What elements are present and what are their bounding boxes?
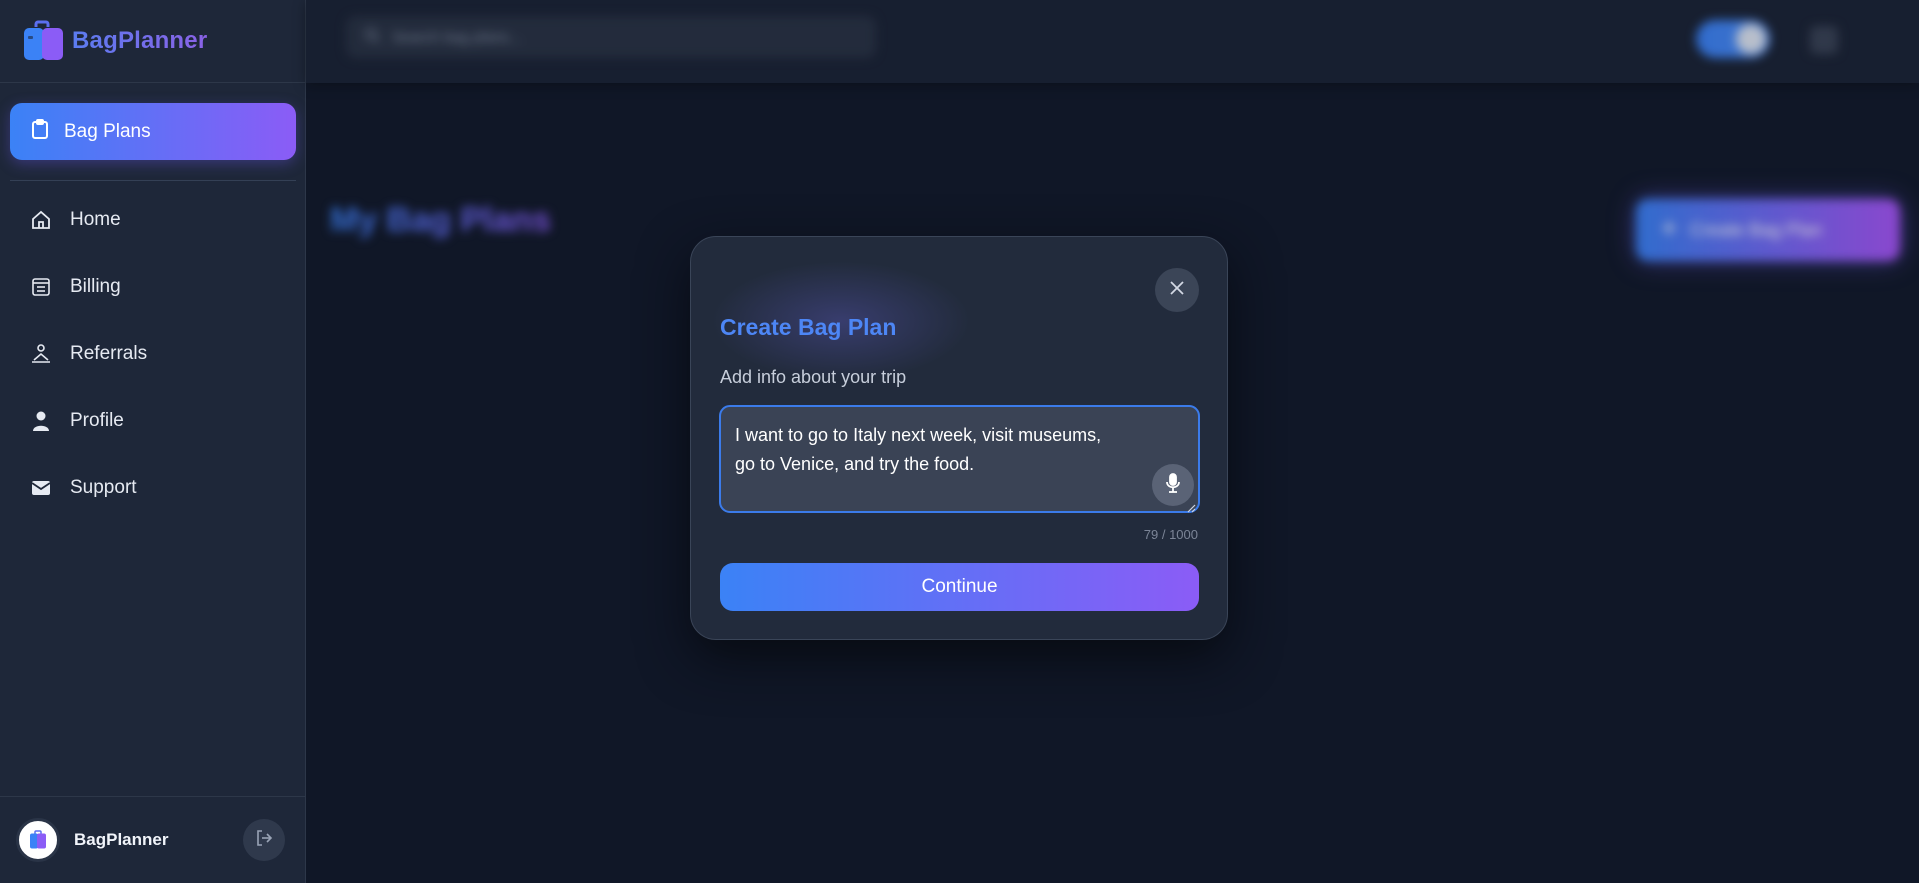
logout-icon: [254, 828, 274, 853]
clipboard-icon: [30, 118, 50, 145]
user-icon: [30, 410, 52, 432]
sidebar-item-bag-plans[interactable]: Bag Plans: [10, 103, 296, 160]
close-button[interactable]: [1155, 268, 1199, 312]
brand-name: BagPlanner: [72, 27, 208, 54]
trip-info-textarea[interactable]: I want to go to Italy next week, visit m…: [719, 405, 1200, 513]
sidebar-item-label: Home: [70, 208, 121, 230]
modal-title: Create Bag Plan: [720, 314, 897, 340]
continue-button[interactable]: Continue: [720, 563, 1199, 611]
sidebar-footer: BagPlanner: [0, 796, 305, 883]
receipt-icon: [30, 276, 52, 298]
resize-handle-icon[interactable]: [1186, 500, 1196, 513]
sidebar-nav: Home Billing Referrals Profile Support: [0, 186, 305, 521]
logo-row[interactable]: BagPlanner: [0, 0, 305, 83]
sidebar-item-home[interactable]: Home: [0, 186, 305, 253]
sidebar-item-support[interactable]: Support: [0, 454, 305, 521]
sidebar-item-referrals[interactable]: Referrals: [0, 320, 305, 387]
avatar[interactable]: [16, 818, 60, 862]
close-icon: [1169, 280, 1185, 301]
create-bag-plan-modal: Create Bag Plan Add info about your trip…: [690, 236, 1228, 640]
sidebar-divider: [10, 180, 296, 181]
character-count: 79 / 1000: [1143, 527, 1198, 542]
referrals-icon: [30, 343, 52, 365]
trip-info-label: Add info about your trip: [720, 367, 907, 387]
sidebar-item-label: Support: [70, 476, 137, 498]
app-root: BagPlanner Bag Plans Home Billing Referr…: [0, 0, 1919, 883]
sidebar-item-label: Profile: [70, 409, 124, 431]
sidebar-item-label: Bag Plans: [64, 120, 151, 142]
logout-button[interactable]: [243, 819, 285, 861]
home-icon: [30, 209, 52, 231]
mail-icon: [30, 477, 52, 499]
footer-name: BagPlanner: [74, 830, 169, 849]
sidebar-item-label: Billing: [70, 275, 121, 297]
sidebar-item-billing[interactable]: Billing: [0, 253, 305, 320]
logo-icon: [22, 19, 66, 63]
microphone-icon: [1164, 472, 1182, 499]
sidebar-item-label: Referrals: [70, 342, 148, 364]
microphone-button[interactable]: [1152, 464, 1194, 506]
sidebar-item-profile[interactable]: Profile: [0, 387, 305, 454]
sidebar: BagPlanner Bag Plans Home Billing Referr…: [0, 0, 306, 883]
